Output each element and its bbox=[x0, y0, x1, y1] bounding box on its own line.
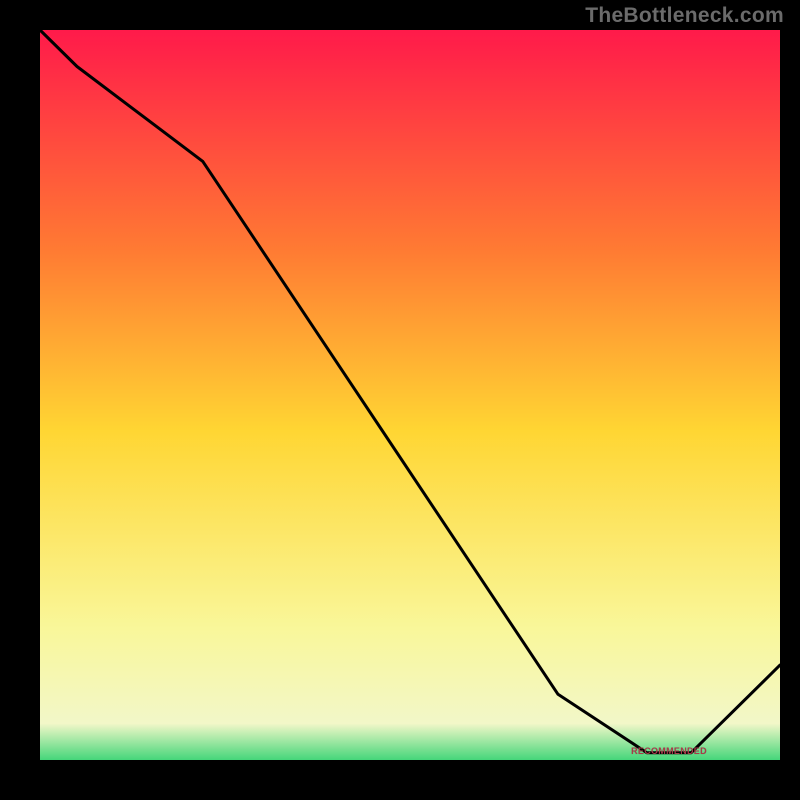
recommended-label: RECOMMENDED bbox=[631, 746, 707, 756]
watermark-text: TheBottleneck.com bbox=[585, 4, 784, 28]
chart-stage: TheBottleneck.com RECOMMENDED bbox=[0, 0, 800, 800]
plot-background bbox=[40, 30, 780, 760]
chart-svg bbox=[0, 0, 800, 800]
